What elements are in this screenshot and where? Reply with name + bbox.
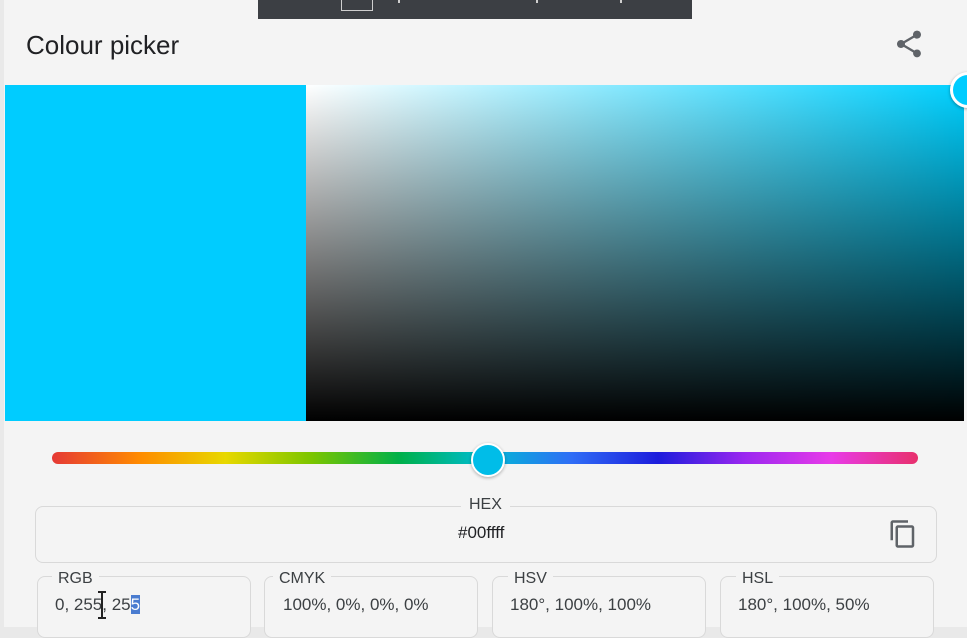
hue-slider-handle[interactable]	[471, 443, 505, 477]
cmyk-value[interactable]: 100%, 0%, 0%, 0%	[283, 595, 429, 615]
overlay-box	[341, 0, 373, 11]
colour-swatch	[5, 85, 306, 421]
hex-label: HEX	[461, 496, 510, 514]
share-icon[interactable]	[893, 28, 925, 60]
hex-value[interactable]: #00ffff	[458, 523, 504, 543]
hsl-value[interactable]: 180°, 100%, 50%	[738, 595, 870, 615]
text-cursor-icon	[98, 591, 106, 619]
page-title: Colour picker	[26, 30, 180, 60]
video-overlay-bar	[258, 0, 692, 19]
hsv-label: HSV	[508, 570, 553, 588]
rgb-value-selection: 5	[130, 595, 141, 614]
rgb-label: RGB	[52, 570, 99, 588]
hsl-label: HSL	[736, 570, 780, 588]
hsv-value[interactable]: 180°, 100%, 100%	[510, 595, 651, 615]
copy-icon[interactable]	[888, 518, 918, 550]
saturation-value-area[interactable]	[306, 85, 964, 421]
cmyk-label: CMYK	[273, 570, 332, 588]
